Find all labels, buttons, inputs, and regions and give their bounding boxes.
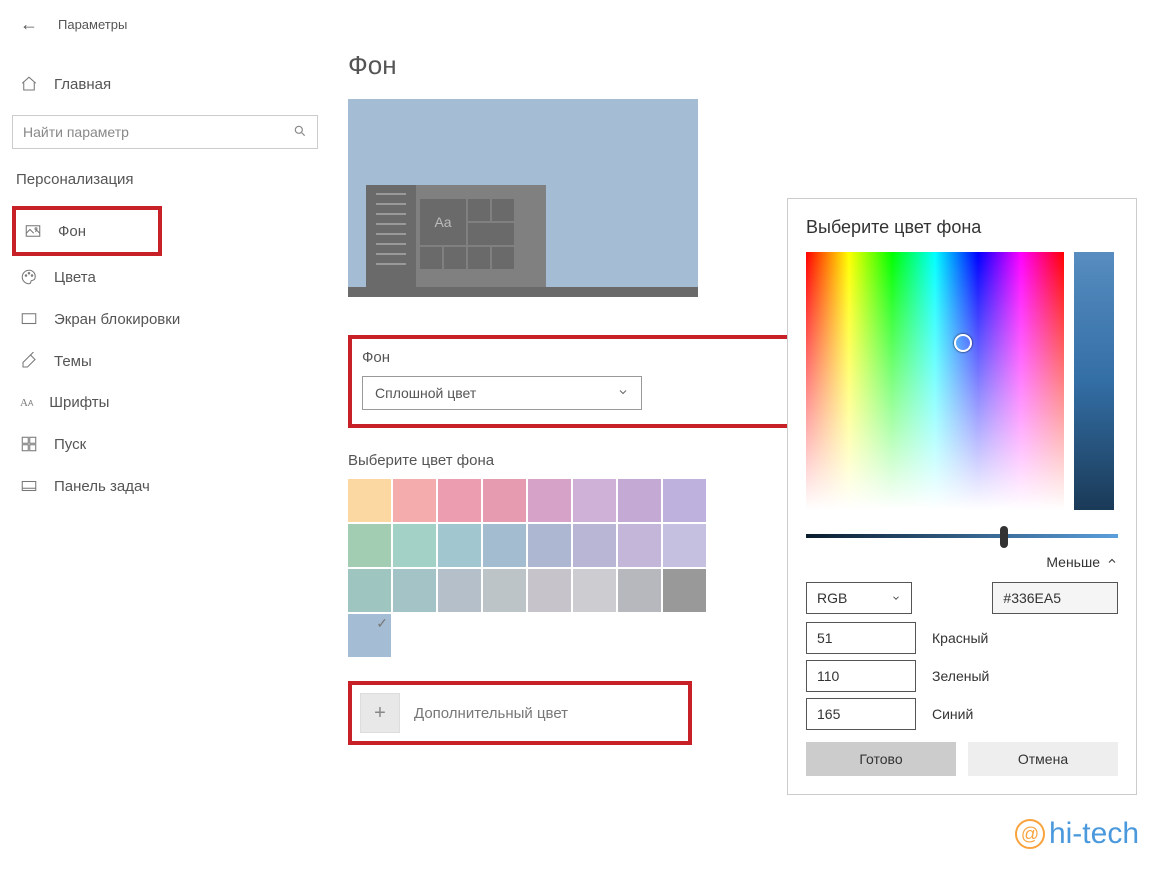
- search-placeholder: Найти параметр: [23, 124, 129, 140]
- color-swatch[interactable]: [663, 524, 706, 567]
- picker-title: Выберите цвет фона: [806, 217, 1118, 238]
- hex-input[interactable]: #336EA5: [992, 582, 1118, 614]
- green-label: Зеленый: [932, 668, 989, 684]
- color-swatch[interactable]: [663, 569, 706, 612]
- extra-color-label: Дополнительный цвет: [414, 705, 568, 722]
- picture-icon: [24, 222, 42, 240]
- chevron-down-icon: [891, 590, 901, 606]
- color-swatch[interactable]: [348, 479, 391, 522]
- color-spectrum[interactable]: [806, 252, 1064, 510]
- color-swatch[interactable]: [393, 569, 436, 612]
- color-swatch[interactable]: [528, 569, 571, 612]
- app-title: Параметры: [58, 17, 127, 32]
- color-swatch[interactable]: [663, 479, 706, 522]
- color-swatch[interactable]: [618, 524, 661, 567]
- color-swatch[interactable]: [483, 479, 526, 522]
- search-icon: [293, 124, 307, 141]
- titlebar: ← Параметры: [20, 14, 318, 35]
- section-title: Персонализация: [12, 171, 318, 188]
- palette-icon: [20, 268, 38, 286]
- blue-input[interactable]: 165: [806, 698, 916, 730]
- color-swatch[interactable]: [618, 569, 661, 612]
- color-swatch[interactable]: [483, 569, 526, 612]
- back-arrow-icon[interactable]: ←: [20, 14, 38, 35]
- mode-value: RGB: [817, 590, 847, 606]
- sidebar-item-label: Экран блокировки: [54, 311, 180, 328]
- color-swatch[interactable]: [528, 524, 571, 567]
- color-swatch[interactable]: [438, 524, 481, 567]
- sidebar-item-background[interactable]: Фон: [12, 206, 162, 256]
- color-swatch[interactable]: [483, 524, 526, 567]
- start-icon: [20, 435, 38, 453]
- sidebar-item-colors[interactable]: Цвета: [12, 256, 318, 298]
- dropdown-value: Сплошной цвет: [375, 385, 476, 401]
- sidebar-item-label: Цвета: [54, 269, 96, 286]
- color-swatch[interactable]: [618, 479, 661, 522]
- sidebar-item-label: Фон: [58, 223, 86, 240]
- sidebar-item-start[interactable]: Пуск: [12, 423, 318, 465]
- selected-color-swatch[interactable]: [348, 614, 391, 657]
- color-swatch[interactable]: [393, 524, 436, 567]
- field-label: Фон: [362, 349, 642, 366]
- desktop-preview: Aa: [348, 99, 698, 297]
- extra-color-section: + Дополнительный цвет: [348, 681, 692, 745]
- nav-home[interactable]: Главная: [12, 65, 318, 103]
- spectrum-thumb[interactable]: [954, 334, 972, 352]
- sidebar-item-label: Шрифты: [49, 394, 109, 411]
- blue-label: Синий: [932, 706, 973, 722]
- page-heading: Фон: [348, 50, 1159, 81]
- font-icon: AA: [20, 397, 33, 409]
- lockscreen-icon: [20, 310, 38, 328]
- chevron-down-icon: [617, 385, 629, 401]
- color-mode-select[interactable]: RGB: [806, 582, 912, 614]
- sidebar-item-label: Панель задач: [54, 478, 150, 495]
- toggle-less-button[interactable]: Меньше: [806, 554, 1118, 570]
- sidebar-item-lockscreen[interactable]: Экран блокировки: [12, 298, 318, 340]
- color-swatch[interactable]: [348, 569, 391, 612]
- red-input[interactable]: 51: [806, 622, 916, 654]
- sidebar-item-label: Темы: [54, 353, 92, 370]
- color-swatch[interactable]: [573, 524, 616, 567]
- cancel-button[interactable]: Отмена: [968, 742, 1118, 776]
- color-picker-dialog: Выберите цвет фона Меньше RGB #336EA5 51…: [787, 198, 1137, 795]
- color-grid: [348, 479, 710, 612]
- less-label: Меньше: [1046, 554, 1100, 570]
- sidebar: ← Параметры Главная Найти параметр Персо…: [0, 0, 330, 871]
- slider-thumb[interactable]: [1000, 526, 1008, 548]
- value-slider[interactable]: [806, 534, 1118, 538]
- ok-button[interactable]: Готово: [806, 742, 956, 776]
- color-swatch[interactable]: [348, 524, 391, 567]
- brush-icon: [20, 352, 38, 370]
- color-swatch[interactable]: [528, 479, 571, 522]
- search-input[interactable]: Найти параметр: [12, 115, 318, 149]
- green-input[interactable]: 110: [806, 660, 916, 692]
- red-label: Красный: [932, 630, 988, 646]
- sidebar-item-themes[interactable]: Темы: [12, 340, 318, 382]
- add-color-button[interactable]: +: [360, 693, 400, 733]
- chevron-up-icon: [1106, 554, 1118, 570]
- color-swatch[interactable]: [393, 479, 436, 522]
- color-swatch[interactable]: [573, 479, 616, 522]
- plus-icon: +: [374, 702, 386, 725]
- color-swatch[interactable]: [438, 479, 481, 522]
- sidebar-item-taskbar[interactable]: Панель задач: [12, 465, 318, 507]
- taskbar-icon: [20, 477, 38, 495]
- background-dropdown-section: Фон Сплошной цвет: [348, 335, 846, 428]
- sidebar-item-fonts[interactable]: AA Шрифты: [12, 382, 318, 423]
- sidebar-item-label: Пуск: [54, 436, 86, 453]
- home-icon: [20, 75, 38, 93]
- value-strip[interactable]: [1074, 252, 1114, 510]
- nav-home-label: Главная: [54, 76, 111, 93]
- color-swatch[interactable]: [438, 569, 481, 612]
- color-swatch[interactable]: [573, 569, 616, 612]
- background-type-dropdown[interactable]: Сплошной цвет: [362, 376, 642, 410]
- preview-sample-text: Aa: [420, 199, 466, 245]
